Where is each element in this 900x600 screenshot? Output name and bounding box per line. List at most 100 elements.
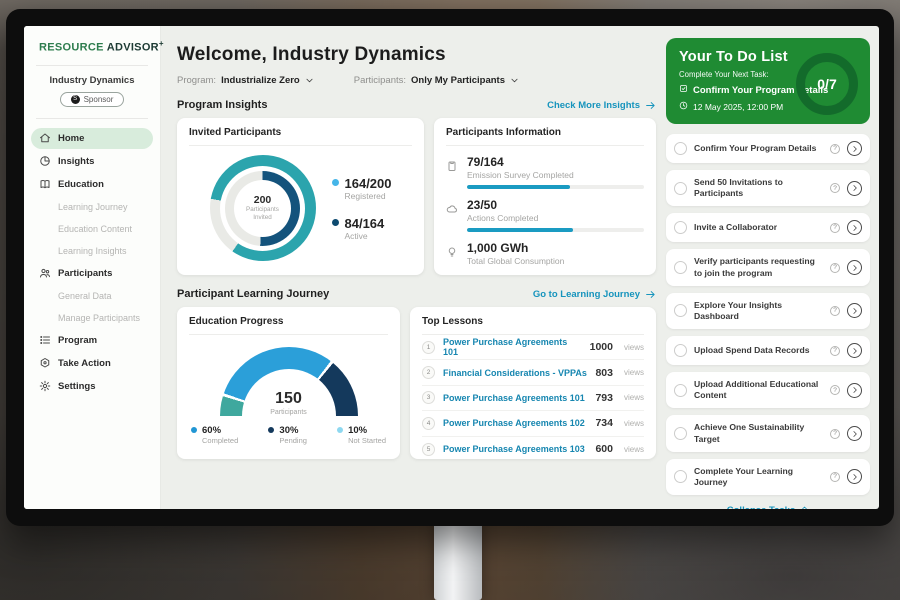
- todo-item-label: Complete Your Learning Journey: [694, 466, 823, 488]
- chevron-right-icon[interactable]: [847, 469, 862, 484]
- learning-journey-header: Participant Learning Journey Go to Learn…: [177, 288, 656, 300]
- go-to-learning-journey-link[interactable]: Go to Learning Journey: [533, 289, 656, 300]
- todo-checkbox[interactable]: [674, 304, 687, 317]
- gauge-legend-value: 10%: [348, 425, 386, 436]
- lesson-rank: 2: [422, 366, 435, 379]
- info-row: 79/164 Emission Survey Completed: [446, 155, 644, 189]
- chevron-down-icon: [305, 76, 314, 85]
- sidebar-item[interactable]: Education Content: [31, 219, 153, 239]
- chevron-right-icon[interactable]: [847, 383, 862, 398]
- todo-item[interactable]: Achieve One Sustainability Target ?: [666, 415, 870, 451]
- lesson-rank: 3: [422, 391, 435, 404]
- help-icon[interactable]: ?: [830, 306, 840, 316]
- legend-value: 84/164: [345, 216, 392, 231]
- top-lessons-card: Top Lessons 1 Power Purchase Agreements …: [410, 307, 656, 459]
- monitor-stand: [434, 520, 482, 600]
- divider: [36, 118, 148, 119]
- help-icon[interactable]: ?: [830, 144, 840, 154]
- lesson-row[interactable]: 4 Power Purchase Agreements 102 734 view…: [422, 411, 644, 436]
- chevron-right-icon[interactable]: [847, 181, 862, 196]
- todo-checkbox[interactable]: [674, 221, 687, 234]
- todo-checkbox[interactable]: [674, 261, 687, 274]
- sidebar-item[interactable]: Learning Insights: [31, 241, 153, 261]
- sidebar-item[interactable]: Learning Journey: [31, 197, 153, 217]
- gauge-legend-label: Pending: [279, 436, 307, 445]
- todo-list: Confirm Your Program Details ? Send 50 I…: [666, 134, 870, 495]
- todo-item[interactable]: Verify participants requesting to join t…: [666, 249, 870, 285]
- sidebar-item[interactable]: Insights: [31, 151, 153, 172]
- sidebar-item[interactable]: Manage Participants: [31, 308, 153, 328]
- chevron-right-icon[interactable]: [847, 343, 862, 358]
- legend-dot: [268, 427, 274, 433]
- todo-checkbox[interactable]: [674, 182, 687, 195]
- check-more-insights-label: Check More Insights: [547, 100, 640, 111]
- todo-checkbox[interactable]: [674, 427, 687, 440]
- help-icon[interactable]: ?: [830, 429, 840, 439]
- lesson-row[interactable]: 1 Power Purchase Agreements 101 1000 vie…: [422, 335, 644, 360]
- education-progress-card: Education Progress 150 Participants 60% …: [177, 307, 400, 459]
- sidebar-item-label: Insights: [58, 156, 94, 167]
- lesson-link[interactable]: Power Purchase Agreements 103: [443, 444, 587, 454]
- participants-dropdown[interactable]: Participants: Only My Participants: [354, 75, 519, 86]
- sidebar-item[interactable]: Program: [31, 330, 153, 351]
- info-value: 79/164: [467, 155, 644, 169]
- todo-progress-value: 0/7: [817, 76, 836, 92]
- gauge-legend-value: 60%: [202, 425, 238, 436]
- todo-item[interactable]: Upload Spend Data Records ?: [666, 336, 870, 365]
- todo-item[interactable]: Complete Your Learning Journey ?: [666, 459, 870, 495]
- help-icon[interactable]: ?: [830, 263, 840, 273]
- chevron-right-icon[interactable]: [847, 141, 862, 156]
- todo-checkbox[interactable]: [674, 142, 687, 155]
- todo-item[interactable]: Confirm Your Program Details ?: [666, 134, 870, 163]
- chevron-right-icon[interactable]: [847, 303, 862, 318]
- progress-bar: [467, 228, 644, 232]
- chevron-right-icon[interactable]: [847, 426, 862, 441]
- help-icon[interactable]: ?: [830, 385, 840, 395]
- lesson-views-label: views: [624, 368, 644, 377]
- lesson-row[interactable]: 5 Power Purchase Agreements 103 600 view…: [422, 437, 644, 462]
- lesson-link[interactable]: Financial Considerations - VPPAs: [443, 368, 587, 378]
- todo-checkbox[interactable]: [674, 470, 687, 483]
- participants-value: Only My Participants: [411, 75, 505, 86]
- gauge-value: 150: [220, 391, 358, 407]
- todo-item[interactable]: Send 50 Invitations to Participants ?: [666, 170, 870, 206]
- lesson-link[interactable]: Power Purchase Agreements 101: [443, 337, 582, 357]
- sidebar-item[interactable]: Education: [31, 174, 153, 195]
- help-icon[interactable]: ?: [830, 472, 840, 482]
- sidebar-item[interactable]: Settings: [31, 376, 153, 397]
- task-check-icon: [679, 84, 688, 96]
- todo-checkbox[interactable]: [674, 344, 687, 357]
- lesson-link[interactable]: Power Purchase Agreements 102: [443, 418, 587, 428]
- lesson-row[interactable]: 2 Financial Considerations - VPPAs 803 v…: [422, 360, 644, 385]
- education-gauge-chart: 150 Participants: [220, 347, 358, 416]
- legend-label: Registered: [345, 191, 392, 201]
- learning-cards: Education Progress 150 Participants 60% …: [177, 307, 656, 459]
- sidebar-item[interactable]: Take Action: [31, 353, 153, 374]
- learning-journey-title: Participant Learning Journey: [177, 288, 329, 300]
- todo-item[interactable]: Explore Your Insights Dashboard ?: [666, 293, 870, 329]
- legend-entry: 164/200 Registered: [332, 176, 392, 201]
- sidebar-item[interactable]: Home: [31, 128, 153, 149]
- sidebar-item[interactable]: Participants: [31, 263, 153, 284]
- todo-item[interactable]: Upload Additional Educational Content ?: [666, 372, 870, 408]
- chevron-right-icon[interactable]: [847, 220, 862, 235]
- participants-information-rows: 79/164 Emission Survey Completed 23/50 A…: [446, 155, 644, 266]
- page-title: Welcome, Industry Dynamics: [177, 44, 656, 66]
- todo-checkbox[interactable]: [674, 384, 687, 397]
- help-icon[interactable]: ?: [830, 183, 840, 193]
- check-more-insights-link[interactable]: Check More Insights: [547, 100, 656, 111]
- sidebar-item-label: Participants: [58, 268, 112, 279]
- help-icon[interactable]: ?: [830, 346, 840, 356]
- chevron-right-icon[interactable]: [847, 260, 862, 275]
- chevron-down-icon: [510, 76, 519, 85]
- lesson-row[interactable]: 3 Power Purchase Agreements 101 793 view…: [422, 386, 644, 411]
- collapse-tasks-link[interactable]: Collapse Tasks: [666, 504, 870, 509]
- lesson-rank: 5: [422, 443, 435, 456]
- lesson-views-value: 803: [595, 367, 613, 379]
- help-icon[interactable]: ?: [830, 223, 840, 233]
- todo-item[interactable]: Invite a Collaborator ?: [666, 213, 870, 242]
- lesson-link[interactable]: Power Purchase Agreements 101: [443, 393, 587, 403]
- program-dropdown[interactable]: Program: Industrialize Zero: [177, 75, 314, 86]
- sidebar-item[interactable]: General Data: [31, 286, 153, 306]
- cloud-icon: [446, 198, 459, 232]
